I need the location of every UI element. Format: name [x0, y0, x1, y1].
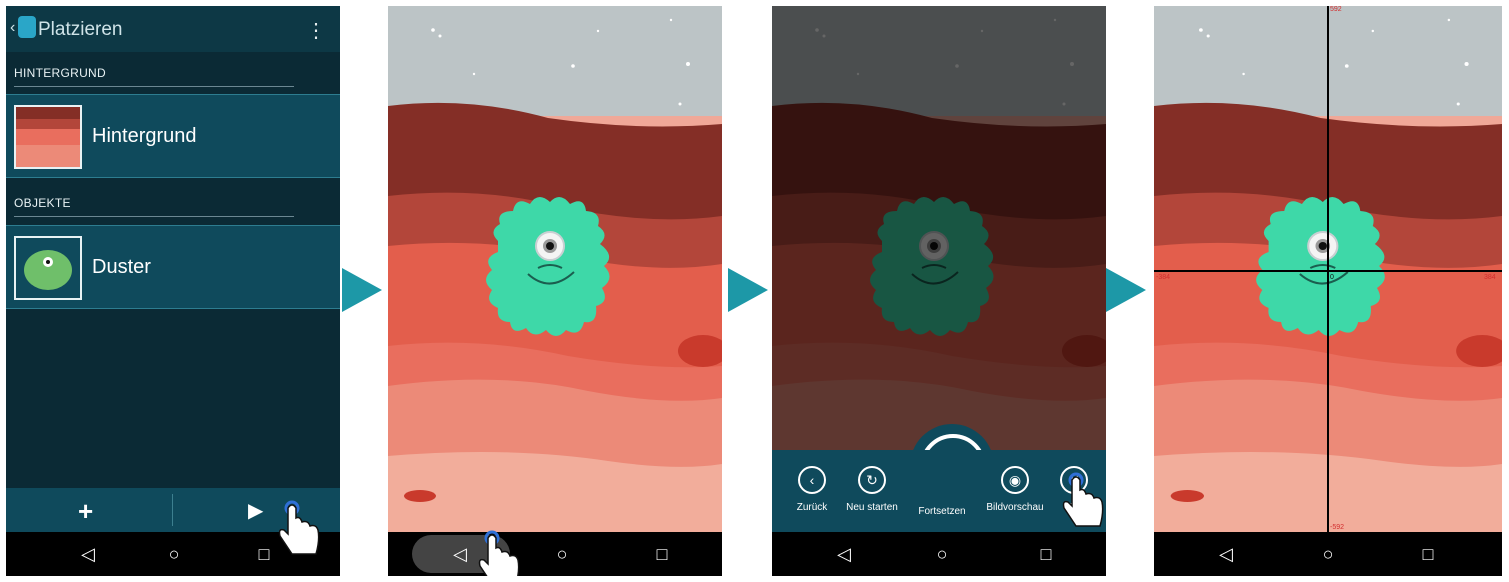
- background-thumbnail: [14, 105, 82, 169]
- page-title: Platzieren: [38, 19, 123, 40]
- section-background-heading: HINTERGRUND: [14, 66, 106, 80]
- restart-icon: ↻: [858, 466, 886, 494]
- stage-scene[interactable]: [388, 6, 722, 532]
- panel-placement-list: ‹ Platzieren ⋮ HINTERGRUND Hintergrund O…: [6, 6, 340, 576]
- nav-home-icon[interactable]: ○: [164, 544, 184, 564]
- nav-back-icon[interactable]: ◁: [834, 544, 854, 564]
- overflow-menu-icon[interactable]: ⋮: [306, 18, 326, 43]
- step-arrow-icon: [1106, 268, 1146, 312]
- app-logo-icon: [18, 16, 36, 38]
- nav-back-icon[interactable]: ◁: [450, 544, 470, 564]
- continue-menu-item[interactable]: Fortsetzen: [912, 506, 972, 517]
- preview-menu-label: Bildvorschau: [986, 502, 1044, 513]
- panel-stage: ◁ ○ □: [388, 6, 722, 576]
- step-arrow-icon: [342, 268, 382, 312]
- back-circle-icon: ‹: [798, 466, 826, 494]
- back-icon[interactable]: ‹: [10, 19, 15, 37]
- section-objects-heading: OBJEKTE: [14, 196, 71, 210]
- preview-menu-item[interactable]: ◉ Bildvorschau: [985, 466, 1045, 513]
- play-icon[interactable]: ▶: [248, 498, 263, 523]
- system-nav-bar: ◁ ○ □: [1154, 532, 1502, 576]
- back-menu-item[interactable]: ‹ Zurück: [782, 466, 842, 513]
- divider: [14, 216, 294, 217]
- nav-recents-icon[interactable]: □: [1036, 544, 1056, 564]
- nav-back-icon[interactable]: ◁: [1216, 544, 1236, 564]
- bar-divider: [172, 494, 173, 526]
- coord-origin: 0: [1330, 274, 1334, 281]
- tap-hand-icon: [278, 500, 320, 555]
- restart-menu-item[interactable]: ↻ Neu starten: [842, 466, 902, 513]
- step-arrow-icon: [728, 268, 768, 312]
- nav-home-icon[interactable]: ○: [552, 544, 572, 564]
- panel-pause-menu: › ‹ Zurück ↻ Neu starten Fortsetzen ◉ Bi…: [772, 6, 1106, 576]
- list-item-background[interactable]: Hintergrund: [6, 94, 340, 178]
- nav-back-icon[interactable]: ◁: [78, 544, 98, 564]
- tap-hand-icon: [478, 530, 520, 576]
- coord-bottom: -592: [1330, 524, 1345, 531]
- back-menu-label: Zurück: [796, 502, 828, 513]
- coord-left: -384: [1156, 274, 1171, 281]
- system-nav-bar: ◁ ○ □: [772, 532, 1106, 576]
- camera-icon: ◉: [1001, 466, 1029, 494]
- duster-label: Duster: [92, 256, 151, 278]
- divider: [14, 86, 294, 87]
- app-bar: ‹ Platzieren ⋮: [6, 6, 340, 52]
- coord-top: 592: [1330, 6, 1342, 13]
- plus-icon[interactable]: +: [78, 496, 93, 527]
- nav-recents-icon[interactable]: □: [1418, 544, 1438, 564]
- tap-hand-icon: [1062, 472, 1104, 527]
- background-label: Hintergrund: [92, 125, 197, 147]
- list-item-duster[interactable]: Duster: [6, 225, 340, 309]
- continue-menu-label: Fortsetzen: [918, 506, 966, 517]
- nav-home-icon[interactable]: ○: [932, 544, 952, 564]
- restart-menu-label: Neu starten: [846, 502, 898, 513]
- axis-horizontal: [1154, 270, 1502, 272]
- pause-menu-bar: ‹ Zurück ↻ Neu starten Fortsetzen ◉ Bild…: [772, 450, 1106, 532]
- nav-recents-icon[interactable]: □: [652, 544, 672, 564]
- nav-home-icon[interactable]: ○: [1318, 544, 1338, 564]
- panel-axes-view: 592 -592 -384 384 0 ◁ ○ □: [1154, 6, 1502, 576]
- coord-right: 384: [1484, 274, 1496, 281]
- axis-vertical: [1327, 6, 1329, 532]
- system-nav-bar: ◁ ○ □: [388, 532, 722, 576]
- nav-recents-icon[interactable]: □: [254, 544, 274, 564]
- duster-thumbnail: [14, 236, 82, 300]
